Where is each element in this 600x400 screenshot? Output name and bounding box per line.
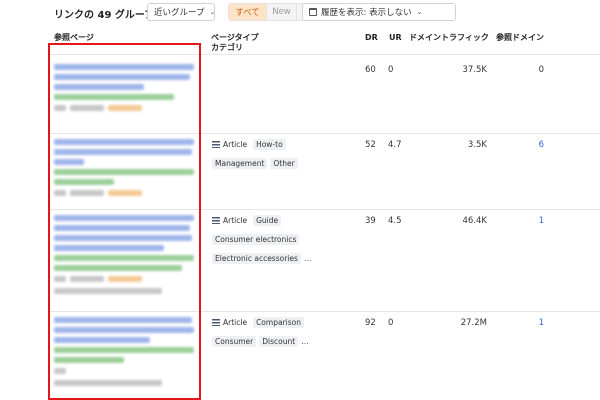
dr-value: 60 [365, 65, 376, 75]
traffic-value: 3.5K [467, 140, 487, 150]
filter-all-button[interactable]: すべて [229, 4, 266, 20]
ur-value: 0 [388, 65, 394, 75]
page-type-label: ページタイプ [211, 33, 259, 42]
category-tag[interactable]: How-to [253, 139, 286, 150]
column-header-domain-traffic[interactable]: ドメイントラフィック [409, 33, 489, 43]
ur-value: 0 [388, 318, 394, 328]
category-tag[interactable]: Management [212, 158, 268, 169]
page-type-label: Article [223, 216, 248, 225]
category-tags: Article Guide Consumer electronics Elect… [212, 215, 352, 264]
chevron-down-icon: ⌄ [209, 8, 216, 16]
page-type-tag[interactable]: Article [212, 139, 250, 150]
page-type-tag[interactable]: Article [212, 215, 250, 226]
category-tag[interactable]: Consumer electronics [212, 234, 300, 245]
category-tag[interactable]: Other [270, 158, 298, 169]
category-tag[interactable]: Comparison [253, 317, 304, 328]
column-header-ur[interactable]: UR [389, 33, 402, 43]
article-icon [212, 319, 220, 326]
category-tags: Article How-to Management Other [212, 139, 352, 169]
category-tag[interactable]: Consumer [212, 336, 257, 347]
group-dropdown-label: 近いグループ [154, 8, 205, 18]
ur-value: 4.5 [388, 216, 402, 226]
toolbar: リンクの 49 グループ 近いグループ ⌄ すべて New 減少 履歴を表示: … [0, 0, 600, 28]
more-categories[interactable]: ... [304, 254, 312, 263]
highlight-box [48, 43, 201, 400]
ref-domains-value: 0 [538, 65, 544, 75]
category-tag[interactable]: Guide [253, 215, 282, 226]
ur-value: 4.7 [388, 140, 402, 150]
traffic-value: 37.5K [462, 65, 488, 75]
filter-new-button[interactable]: New [266, 4, 296, 20]
history-dropdown-label: 履歴を表示: 表示しない [321, 8, 412, 18]
column-header-dr[interactable]: DR [365, 33, 378, 43]
article-icon [212, 141, 220, 148]
page-type-tag[interactable]: Article [212, 317, 250, 328]
article-icon [212, 217, 220, 224]
category-tag[interactable]: Discount [259, 336, 299, 347]
page-type-label: Article [223, 140, 248, 149]
history-dropdown[interactable]: 履歴を表示: 表示しない ⌄ [302, 3, 456, 21]
ref-domains-link[interactable]: 6 [539, 140, 544, 150]
group-dropdown[interactable]: 近いグループ ⌄ [147, 3, 215, 21]
column-header-ref-page[interactable]: 参照ページ [54, 33, 94, 43]
page-type-label: Article [223, 318, 248, 327]
more-categories[interactable]: ... [301, 337, 309, 346]
traffic-value: 46.4K [462, 216, 488, 226]
group-count-title: リンクの 49 グループ [54, 10, 155, 21]
category-label: カテゴリ [211, 43, 243, 52]
dr-value: 52 [365, 140, 376, 150]
chevron-down-icon: ⌄ [416, 8, 423, 16]
column-header-ref-domains[interactable]: 参照ドメイン [496, 33, 544, 43]
ref-domains-link[interactable]: 1 [539, 216, 544, 226]
dr-value: 39 [365, 216, 376, 226]
dr-value: 92 [365, 318, 376, 328]
column-header-page-type[interactable]: ページタイプ カテゴリ [211, 33, 259, 53]
category-tags: Article Comparison Consumer Discount ... [212, 317, 352, 347]
category-tag[interactable]: Electronic accessories [212, 253, 301, 264]
traffic-value: 27.2M [460, 318, 487, 328]
calendar-icon [309, 8, 317, 16]
ref-domains-link[interactable]: 1 [539, 318, 544, 328]
